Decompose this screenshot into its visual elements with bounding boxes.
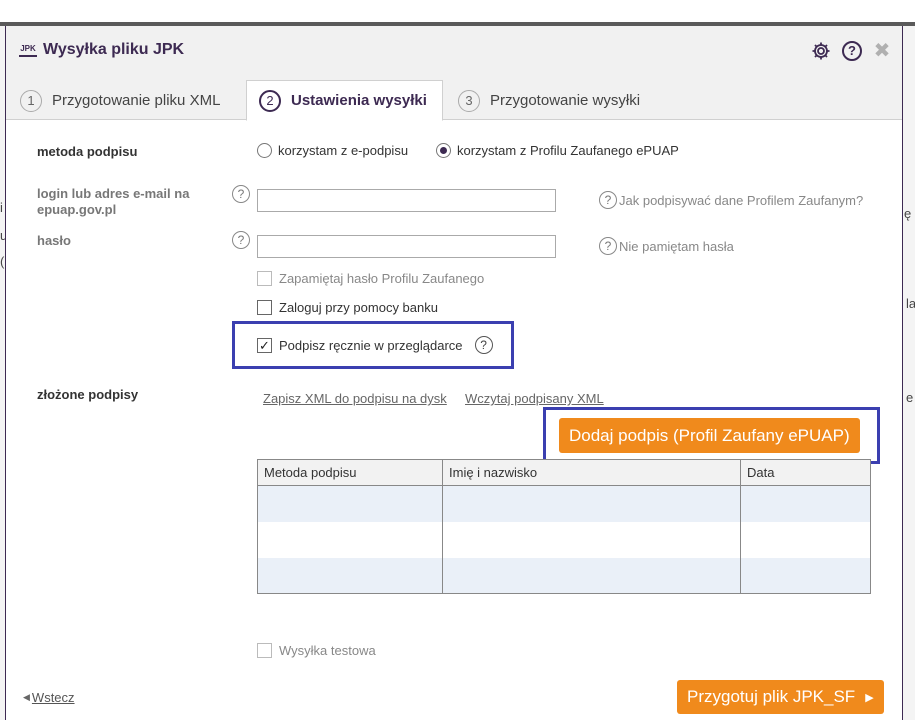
column-header-name[interactable]: Imię i nazwisko	[442, 459, 741, 486]
prepare-jpk-button[interactable]: Przygotuj plik JPK_SF ▶	[677, 680, 884, 714]
bg-fragment: la	[906, 296, 915, 311]
tab-send-settings[interactable]: 2 Ustawienia wysyłki	[246, 80, 443, 121]
manual-sign-help-icon[interactable]: ?	[474, 336, 493, 354]
checkbox-label: Zapamiętaj hasło Profilu Zaufanego	[279, 271, 485, 286]
password-input[interactable]	[257, 235, 556, 258]
checkbox[interactable]	[257, 300, 272, 315]
settings-gear-icon[interactable]	[811, 41, 831, 61]
signatures-label: złożone podpisy	[37, 387, 139, 402]
bg-fragment: ę	[904, 206, 912, 221]
test-send-checkbox[interactable]: Wysyłka testowa	[257, 643, 376, 658]
password-label: hasło	[37, 233, 71, 248]
checkbox[interactable]	[257, 643, 272, 658]
radio-e-signature[interactable]: korzystam z e-podpisu	[257, 143, 408, 158]
trusted-profile-help-link[interactable]: ? Jak podpisywać dane Profilem Zaufanym?	[599, 191, 863, 209]
send-jpk-dialog: JPK Wysyłka pliku JPK ? ✖ 1 Przygotowani…	[5, 26, 903, 720]
manual-sign-checkbox[interactable]: ✓ Podpisz ręcznie w przeglądarce ?	[257, 336, 493, 354]
prepare-jpk-label: Przygotuj plik JPK_SF	[687, 687, 856, 706]
dialog-titlebar: JPK Wysyłka pliku JPK ? ✖	[6, 26, 902, 74]
login-label: login lub adres e-mail na epuap.gov.pl	[37, 186, 190, 217]
table-row	[257, 521, 871, 558]
help-icon: ?	[599, 237, 617, 255]
hint-text: Jak podpisywać dane Profilem Zaufanym?	[619, 192, 864, 208]
signature-method-label: metoda podpisu	[37, 144, 138, 159]
dialog-title: Wysyłka pliku JPK	[43, 41, 185, 58]
help-icon: ?	[599, 191, 617, 209]
add-signature-button[interactable]: Dodaj podpis (Profil Zaufany ePUAP)	[559, 418, 860, 453]
radio-button-selected[interactable]	[436, 143, 451, 158]
table-row	[257, 485, 871, 522]
save-xml-link[interactable]: Zapisz XML do podpisu na dysk	[263, 391, 447, 406]
password-help-icon[interactable]: ?	[232, 231, 250, 249]
radio-trusted-profile[interactable]: korzystam z Profilu Zaufanego ePUAP	[436, 143, 679, 158]
wizard-tabs: 1 Przygotowanie pliku XML 2 Ustawienia w…	[6, 74, 902, 121]
tab-step-number: 1	[20, 89, 42, 112]
column-header-method[interactable]: Metoda podpisu	[257, 459, 443, 486]
bank-login-checkbox[interactable]: Zaloguj przy pomocy banku	[257, 300, 438, 315]
tab-label: Ustawienia wysyłki	[291, 92, 427, 109]
login-help-icon[interactable]: ?	[232, 185, 250, 203]
tab-label: Przygotowanie pliku XML	[52, 92, 221, 109]
tab-label: Przygotowanie wysyłki	[490, 92, 641, 109]
checkmark-icon[interactable]: ✓	[257, 337, 272, 353]
tab-xml-preparation[interactable]: 1 Przygotowanie pliku XML	[8, 80, 245, 121]
back-arrow-icon: ◀	[23, 692, 30, 702]
tab-step-number: 3	[458, 89, 480, 112]
close-icon[interactable]: ✖	[872, 41, 892, 61]
help-icon[interactable]: ?	[842, 41, 862, 61]
checkbox-label: Zaloguj przy pomocy banku	[279, 300, 438, 315]
checkbox-label: Podpisz ręcznie w przeglądarce	[279, 337, 463, 353]
column-header-date[interactable]: Data	[740, 459, 871, 486]
remember-password-checkbox[interactable]: Zapamiętaj hasło Profilu Zaufanego	[257, 271, 484, 286]
bg-fragment: i	[0, 200, 3, 215]
arrow-right-icon: ▶	[865, 691, 874, 704]
load-signed-xml-link[interactable]: Wczytaj podpisany XML	[465, 391, 604, 406]
table-row	[257, 557, 871, 594]
back-label: Wstecz	[31, 690, 75, 705]
backdrop-top	[0, 0, 915, 22]
back-link[interactable]: ◀ Wstecz	[23, 690, 75, 705]
login-input[interactable]	[257, 189, 556, 212]
jpk-logo: JPK	[19, 43, 37, 57]
signatures-table: Metoda podpisu Imię i nazwisko Data	[257, 459, 871, 594]
radio-label: korzystam z e-podpisu	[278, 143, 409, 158]
checkbox-label: Wysyłka testowa	[279, 643, 376, 658]
checkbox[interactable]	[257, 271, 272, 286]
radio-button[interactable]	[257, 143, 272, 158]
bg-fragment: (	[0, 254, 5, 269]
bg-fragment: e	[906, 390, 914, 405]
radio-label: korzystam z Profilu Zaufanego ePUAP	[457, 143, 679, 158]
tab-step-number: 2	[259, 89, 281, 112]
hint-text: Nie pamiętam hasła	[619, 238, 734, 254]
tab-send-preparation[interactable]: 3 Przygotowanie wysyłki	[446, 80, 656, 121]
forgot-password-link[interactable]: ? Nie pamiętam hasła	[599, 237, 734, 255]
